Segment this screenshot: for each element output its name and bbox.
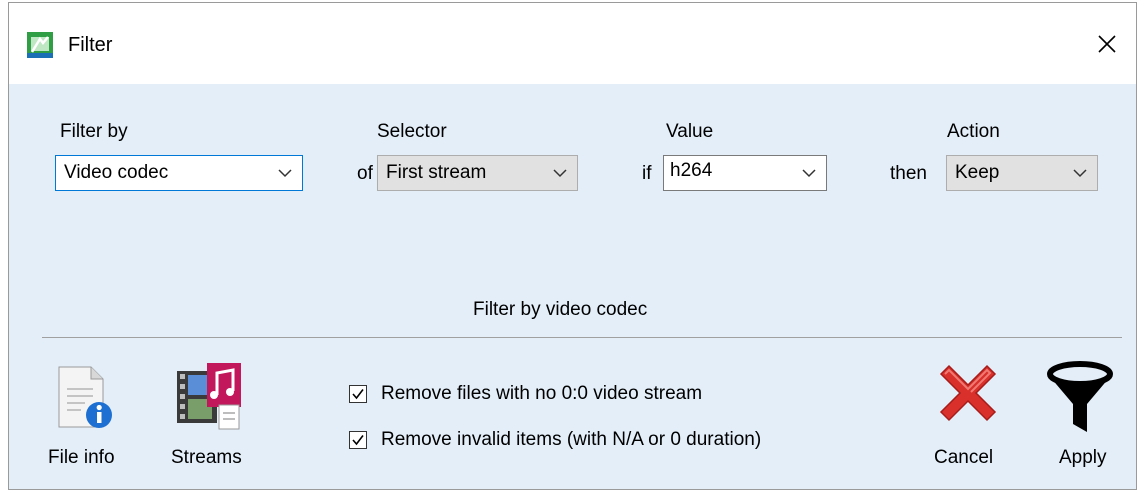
checkmark-icon xyxy=(352,435,364,446)
value-label: Value xyxy=(666,121,714,142)
close-button[interactable] xyxy=(1078,3,1136,84)
window-title: Filter xyxy=(68,34,113,56)
action-label: Action xyxy=(947,121,1000,142)
filter-dialog: Filter Filter by Selector Value Action V… xyxy=(8,2,1137,490)
app-icon xyxy=(27,32,53,58)
remove-invalid-label: Remove invalid items (with N/A or 0 dura… xyxy=(381,429,762,450)
value-input-text[interactable]: h264 xyxy=(670,160,712,182)
then-label: then xyxy=(890,163,927,184)
streams-label: Streams xyxy=(171,447,242,468)
filter-by-value: Video codec xyxy=(64,162,169,183)
action-select[interactable]: Keep xyxy=(946,155,1098,191)
chevron-down-icon xyxy=(802,169,816,178)
action-value: Keep xyxy=(955,162,1000,183)
remove-invalid-checkbox[interactable] xyxy=(349,431,367,449)
streams-icon xyxy=(177,363,241,430)
remove-invalid-option[interactable]: Remove invalid items (with N/A or 0 dura… xyxy=(349,427,761,453)
file-info-label: File info xyxy=(48,447,115,468)
chevron-down-icon xyxy=(1073,169,1087,178)
value-combobox[interactable]: h264 xyxy=(663,155,827,191)
filter-by-label: Filter by xyxy=(60,121,128,142)
remove-no-video-option[interactable]: Remove files with no 0:0 video stream xyxy=(349,381,702,407)
streams-button[interactable]: Streams xyxy=(161,361,261,476)
cancel-button[interactable]: Cancel xyxy=(923,358,1013,478)
filter-by-select[interactable]: Video codec xyxy=(55,155,303,191)
apply-label: Apply xyxy=(1059,447,1107,468)
apply-button[interactable]: Apply xyxy=(1041,358,1121,478)
title-bar[interactable]: Filter xyxy=(9,3,1136,84)
if-label: if xyxy=(642,163,652,184)
chevron-down-icon xyxy=(278,169,292,178)
apply-funnel-icon xyxy=(1047,361,1113,432)
cancel-label: Cancel xyxy=(934,447,994,468)
separator xyxy=(42,337,1122,338)
selector-select[interactable]: First stream xyxy=(377,155,578,191)
selector-value: First stream xyxy=(386,162,487,183)
of-label: of xyxy=(357,163,373,184)
remove-no-video-checkbox[interactable] xyxy=(349,385,367,403)
close-icon xyxy=(1098,34,1116,53)
filter-description: Filter by video codec xyxy=(473,299,648,320)
cancel-icon xyxy=(939,364,997,422)
remove-no-video-label: Remove files with no 0:0 video stream xyxy=(381,383,703,404)
chevron-down-icon xyxy=(553,169,567,178)
selector-label: Selector xyxy=(377,121,447,142)
file-info-icon xyxy=(58,366,112,428)
file-info-button[interactable]: File info xyxy=(45,361,135,476)
checkmark-icon xyxy=(352,389,364,400)
